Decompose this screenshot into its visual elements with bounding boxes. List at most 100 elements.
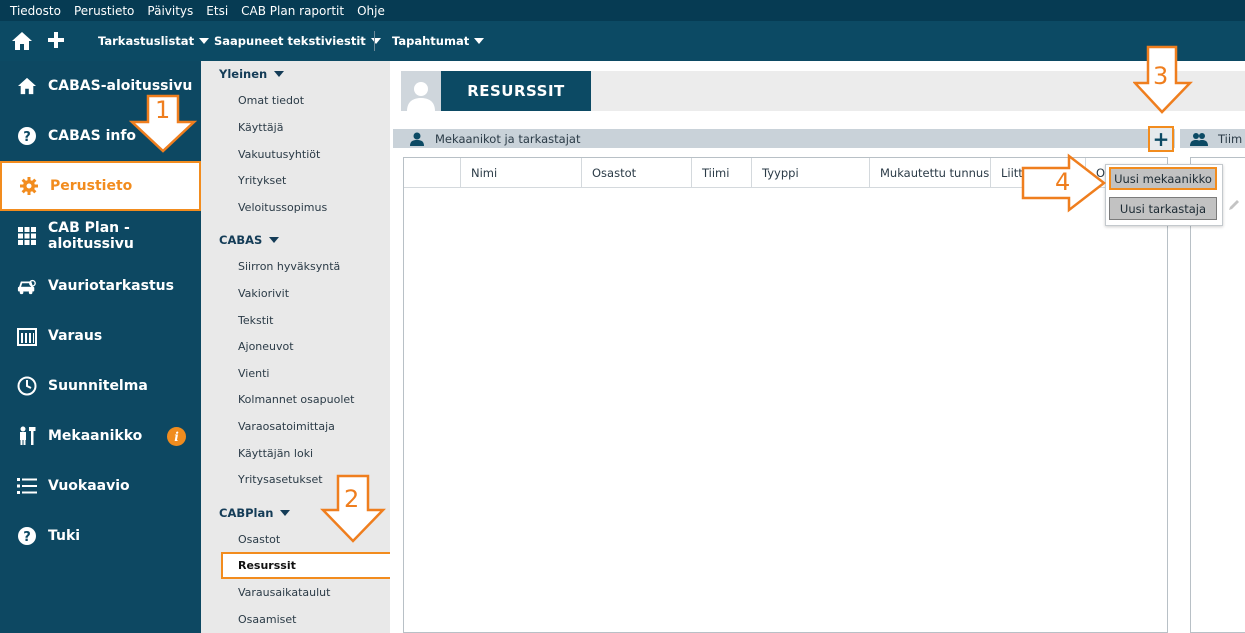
nav-label: Vuokaavio (48, 478, 130, 494)
subnav-section-yleinen[interactable]: Yleinen (219, 67, 285, 81)
menu-label: Tapahtumat (392, 34, 470, 48)
list-icon (17, 476, 37, 496)
panel-header-teams: Tiim (1180, 129, 1245, 148)
home-icon (17, 76, 37, 96)
menu-tarkastuslistat[interactable]: Tarkastuslistat (98, 34, 210, 48)
help-icon: ? (17, 526, 37, 546)
chevron-down-icon (274, 71, 285, 77)
chevron-down-icon (474, 38, 485, 44)
home-icon[interactable] (11, 31, 33, 55)
scrollbar[interactable] (1167, 157, 1168, 633)
plus-icon: + (1152, 127, 1170, 151)
toolbar: Tarkastuslistat Saapuneet tekstiviestit … (0, 21, 1245, 61)
toolbar-divider (374, 31, 375, 51)
nav-item-varaus[interactable]: Varaus (0, 311, 201, 361)
gear-icon (19, 176, 39, 196)
nav-item-cab-plan-aloitussivu[interactable]: CAB Plan -aloitussivu (0, 211, 201, 261)
chevron-down-icon (269, 237, 280, 243)
nav-label: Tuki (48, 528, 81, 544)
subnav-item-yritykset[interactable]: Yritykset (238, 174, 286, 187)
subnav-item-tekstit[interactable]: Tekstit (238, 314, 273, 327)
column-osastot[interactable]: Osastot (581, 158, 691, 188)
nav-label: Perustieto (50, 178, 133, 194)
nav-label: Varaus (48, 328, 103, 344)
add-resource-dropdown: Uusi mekaanikko Uusi tarkastaja (1105, 164, 1223, 226)
column-nimi[interactable]: Nimi (460, 158, 581, 188)
calendar-icon (17, 326, 37, 346)
nav-label: CABAS-aloitussivu (48, 78, 193, 94)
menu-perustieto[interactable]: Perustieto (74, 4, 134, 18)
car-damage-icon (17, 276, 37, 296)
nav-item-tuki[interactable]: ? Tuki (0, 511, 201, 561)
subnav-item-osastot[interactable]: Osastot (238, 533, 280, 546)
plus-icon[interactable] (47, 31, 65, 53)
menubar: Tiedosto Perustieto Päivitys Etsi CAB Pl… (0, 0, 1245, 21)
sub-navigation: Yleinen Omat tiedot Käyttäjä Vakuutusyht… (201, 61, 394, 633)
nav-item-perustieto[interactable]: Perustieto (0, 161, 201, 211)
group-icon (1190, 132, 1208, 146)
subnav-item-varaosatoimittaja[interactable]: Varaosatoimittaja (238, 420, 335, 433)
add-resource-button[interactable]: + (1148, 126, 1174, 152)
menu-label: Saapuneet tekstiviestit (214, 34, 366, 48)
info-badge-icon[interactable]: i (167, 427, 186, 446)
page-title: RESURSSIT (441, 71, 591, 111)
question-icon: ? (17, 126, 37, 146)
section-title: Yleinen (219, 67, 268, 81)
menu-etsi[interactable]: Etsi (206, 4, 228, 18)
annotation-number: 1 (155, 96, 171, 124)
subnav-item-ajoneuvot[interactable]: Ajoneuvot (238, 340, 294, 353)
menu-paivitys[interactable]: Päivitys (147, 4, 193, 18)
nav-item-vauriotarkastus[interactable]: Vauriotarkastus (0, 261, 201, 311)
subnav-item-kayttaja[interactable]: Käyttäjä (238, 121, 283, 134)
annotation-number: 2 (344, 485, 360, 513)
subnav-section-cabplan[interactable]: CABPlan (219, 506, 291, 520)
subnav-item-vakiorivit[interactable]: Vakiorivit (238, 287, 289, 300)
nav-label: Suunnitelma (48, 378, 148, 394)
chevron-down-icon (370, 38, 381, 44)
menu-label: Tarkastuslistat (98, 34, 195, 48)
menu-tiedosto[interactable]: Tiedosto (10, 4, 61, 18)
svg-text:?: ? (23, 530, 31, 545)
menu-cab-plan-raportit[interactable]: CAB Plan raportit (241, 4, 344, 18)
column-tiimi[interactable]: Tiimi (691, 158, 751, 188)
chevron-down-icon (199, 38, 210, 44)
panel-title: Mekaanikot ja tarkastajat (435, 131, 581, 146)
column-tyyppi[interactable]: Tyyppi (751, 158, 869, 188)
subnav-section-cabas[interactable]: CABAS (219, 233, 280, 247)
subnav-item-vakuutusyhtiot[interactable]: Vakuutusyhtiöt (238, 148, 320, 161)
nav-item-vuokaavio[interactable]: Vuokaavio (0, 461, 201, 511)
menu-ohje[interactable]: Ohje (357, 4, 385, 18)
panel-title: Tiim (1218, 131, 1243, 146)
subnav-item-varausaikataulut[interactable]: Varausaikataulut (238, 586, 330, 599)
annotation-number: 3 (1153, 62, 1169, 90)
nav-label: Mekaanikko (48, 428, 143, 444)
subnav-item-omat-tiedot[interactable]: Omat tiedot (238, 94, 304, 107)
nav-label: Vauriotarkastus (48, 278, 174, 294)
nav-item-suunnitelma[interactable]: Suunnitelma (0, 361, 201, 411)
column-mukautettu-tunnus[interactable]: Mukautettu tunnus (869, 158, 990, 188)
pencil-icon[interactable] (1228, 196, 1240, 215)
subnav-item-siirron-hyvaksynta[interactable]: Siirron hyväksyntä (238, 260, 340, 273)
subnav-item-osaamiset[interactable]: Osaamiset (238, 613, 296, 626)
resources-table: Nimi Osastot Tiimi Tyyppi Mukautettu tun… (403, 157, 1168, 633)
subnav-item-vienti[interactable]: Vienti (238, 367, 269, 380)
subnav-item-yritysasetukset[interactable]: Yritysasetukset (238, 473, 323, 486)
clock-icon (17, 376, 37, 396)
nav-item-mekaanikko[interactable]: Mekaanikko i (0, 411, 201, 461)
subnav-item-kolmannet-osapuolet[interactable]: Kolmannet osapuolet (238, 393, 354, 406)
new-inspector-button[interactable]: Uusi tarkastaja (1109, 197, 1217, 220)
menu-tapahtumat[interactable]: Tapahtumat (392, 34, 485, 48)
menu-saapuneet-tekstiviestit[interactable]: Saapuneet tekstiviestit (214, 34, 381, 48)
nav-label: CABAS info (48, 128, 137, 144)
mechanic-icon (17, 426, 37, 446)
subnav-item-resurssit[interactable]: Resurssit (221, 552, 394, 579)
subnav-item-veloitussopimus[interactable]: Veloitussopimus (238, 201, 327, 214)
chevron-down-icon (280, 510, 291, 516)
subnav-item-kayttajan-loki[interactable]: Käyttäjän loki (238, 447, 313, 460)
page-header: RESURSSIT (401, 71, 1245, 111)
svg-text:?: ? (23, 130, 31, 145)
person-icon (409, 132, 425, 146)
annotation-number: 4 (1055, 168, 1071, 196)
new-mechanic-button[interactable]: Uusi mekaanikko (1109, 167, 1217, 190)
panel-header-mechanics: Mekaanikot ja tarkastajat (393, 129, 1175, 148)
